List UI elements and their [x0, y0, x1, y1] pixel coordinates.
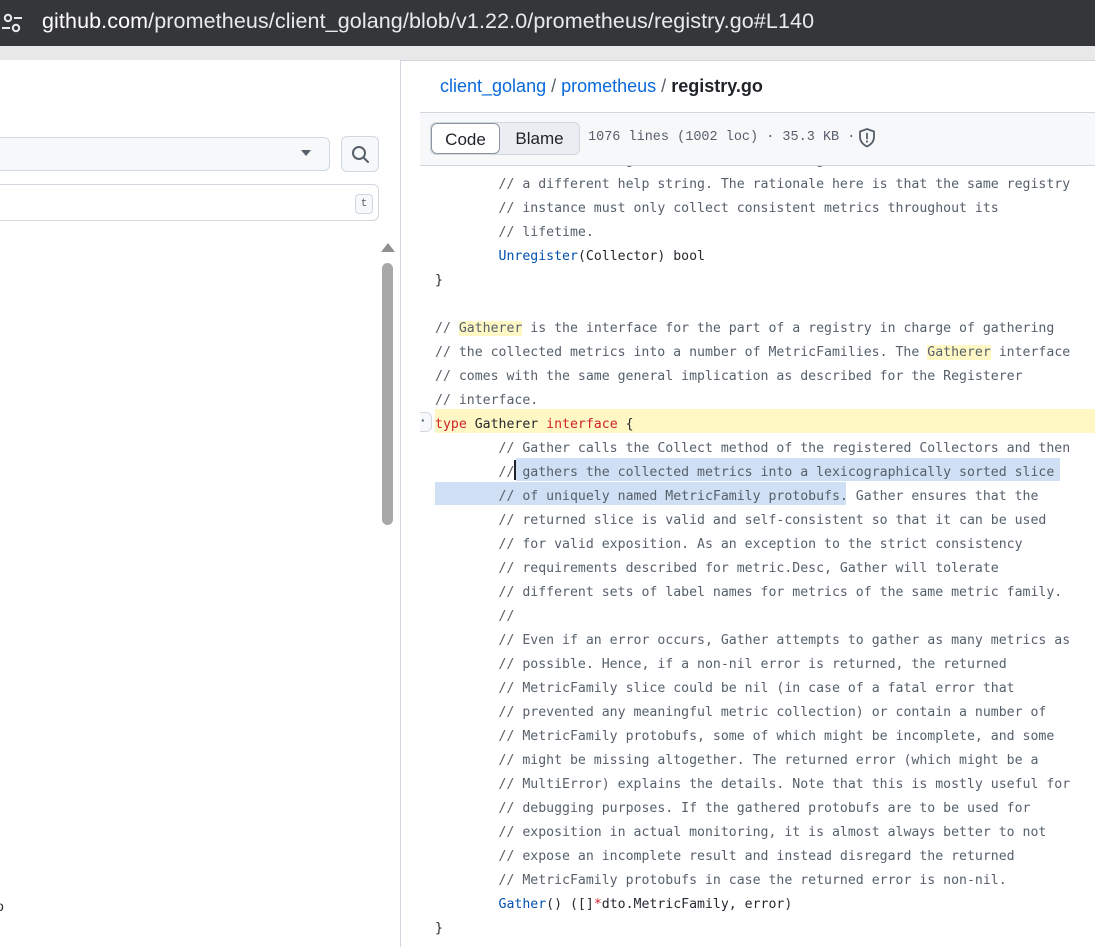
breadcrumb-separator: / — [661, 76, 667, 96]
code-line: // expose an incomplete result and inste… — [498, 849, 1015, 864]
code-line: // lifetime. — [498, 225, 594, 240]
code-line: // Gatherer is the interface for the par… — [435, 321, 1055, 336]
file-info: 1076 lines (1002 loc) · 35.3 KB · — [588, 130, 856, 145]
breadcrumb-dir-link[interactable]: prometheus — [561, 76, 656, 96]
breadcrumb-file: registry.go — [671, 76, 763, 96]
blame-tab-button[interactable]: Blame — [500, 123, 579, 154]
url-path: /prometheus/client_golang/blob/v1.22.0/p… — [148, 9, 815, 33]
code-line: // returned slice is valid and self-cons… — [498, 513, 1047, 528]
code-line: } — [435, 273, 443, 288]
code-line: // the collected metrics into a number o… — [435, 345, 1071, 360]
code-line: // MetricFamily protobufs, some of which… — [498, 729, 1055, 744]
code-line: // different sets of label names for met… — [498, 585, 1063, 600]
file-toolbar: Code Blame 1076 lines (1002 loc) · 35.3 … — [420, 113, 1095, 166]
code-line: // possible. Hence, if a non-nil error i… — [498, 657, 1007, 672]
breadcrumb: client_golang / prometheus / registry.go — [440, 76, 763, 97]
scroll-up-arrow-icon[interactable] — [381, 243, 395, 252]
scrollbar-thumb[interactable] — [382, 263, 393, 525]
url-text[interactable]: github.com/prometheus/client_golang/blob… — [42, 9, 814, 34]
truncated-tree-item: o — [0, 898, 4, 914]
code-line: // Even if an error occurs, Gather attem… — [498, 633, 1071, 648]
search-icon — [352, 146, 369, 163]
line-options-button[interactable]: ··· — [420, 412, 432, 432]
code-line: // MultiError) explains the details. Not… — [498, 777, 1071, 792]
code-area[interactable]: ··· // collector, e.g. a Collector colle… — [420, 166, 1095, 947]
code-line: // debugging purposes. If the gathered p… — [498, 801, 1031, 816]
breadcrumb-separator: / — [551, 76, 557, 96]
code-line: // exposition in actual monitoring, it i… — [498, 825, 1047, 840]
file-tree-panel: t o — [0, 60, 400, 947]
code-line: // gathers the collected metrics into a … — [498, 465, 1055, 480]
code-line: // might be missing altogether. The retu… — [498, 753, 1039, 768]
code-line: } — [435, 921, 443, 936]
shield-icon[interactable] — [857, 127, 877, 149]
chevron-down-icon — [301, 150, 311, 156]
browser-address-bar[interactable]: github.com/prometheus/client_golang/blob… — [0, 0, 1095, 46]
breadcrumb-repo-link[interactable]: client_golang — [440, 76, 546, 96]
go-to-file-input[interactable]: t — [0, 184, 379, 221]
keyboard-shortcut-hint: t — [355, 194, 373, 214]
code-view-panel: client_golang / prometheus / registry.go Cod… — [420, 60, 1095, 947]
code-line: // prevented any meaningful metric colle… — [498, 705, 1047, 720]
code-tab-button[interactable]: Code — [431, 123, 500, 154]
code-line: // MetricFamily slice could be nil (in c… — [498, 681, 1015, 696]
code-line: // a different help string. The rational… — [498, 177, 1071, 192]
view-mode-toggle: Code Blame — [430, 122, 580, 155]
code-line: // Gather calls the Collect method of th… — [498, 441, 1071, 456]
code-line: Gather() ([]*dto.MetricFamily, error) — [498, 897, 793, 912]
panel-divider[interactable] — [400, 60, 401, 947]
site-settings-icon[interactable] — [0, 10, 24, 36]
branch-selector[interactable] — [0, 137, 330, 171]
code-line: // requirements described for metric.Des… — [498, 561, 999, 576]
search-button[interactable] — [341, 136, 379, 172]
code-line: // MetricFamily protobufs in case the re… — [498, 873, 1007, 888]
code-line: // of uniquely named MetricFamily protob… — [498, 489, 1039, 504]
code-line: // instance must only collect consistent… — [498, 201, 999, 216]
code-line: // comes with the same general implicati… — [435, 369, 1023, 384]
code-line: // — [498, 609, 515, 624]
tab-strip-shadow — [0, 46, 1095, 61]
code-line: // for valid exposition. As an exception… — [498, 537, 1023, 552]
code-line: Unregister(Collector) bool — [498, 249, 705, 264]
text-caret — [514, 460, 516, 480]
url-host: github.com — [42, 9, 149, 33]
code-line: // interface. — [435, 393, 539, 408]
code-line: type Gatherer interface { — [435, 417, 634, 432]
code-line: // collector, e.g. a Collector collectin… — [435, 166, 1071, 173]
